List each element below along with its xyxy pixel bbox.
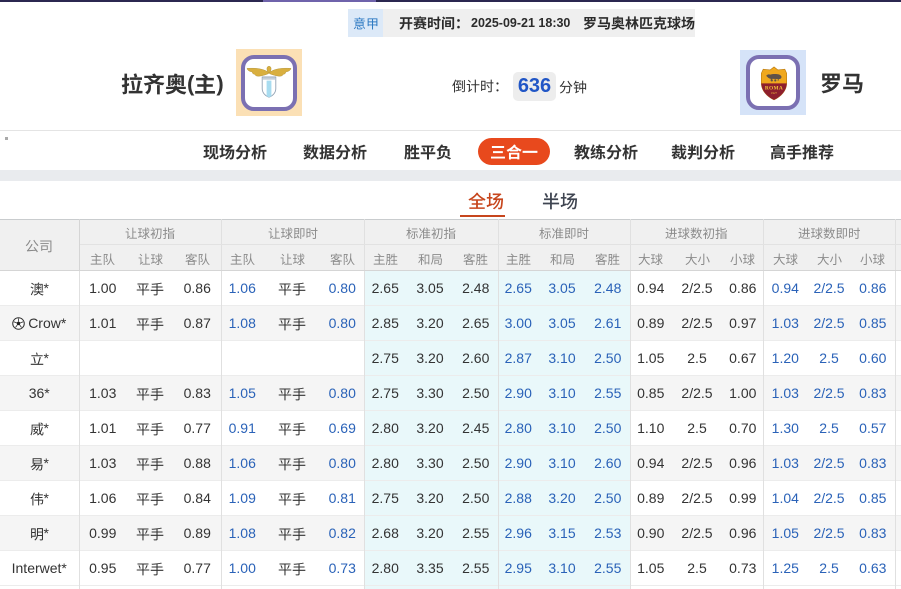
svg-text:1927: 1927 — [771, 91, 778, 95]
